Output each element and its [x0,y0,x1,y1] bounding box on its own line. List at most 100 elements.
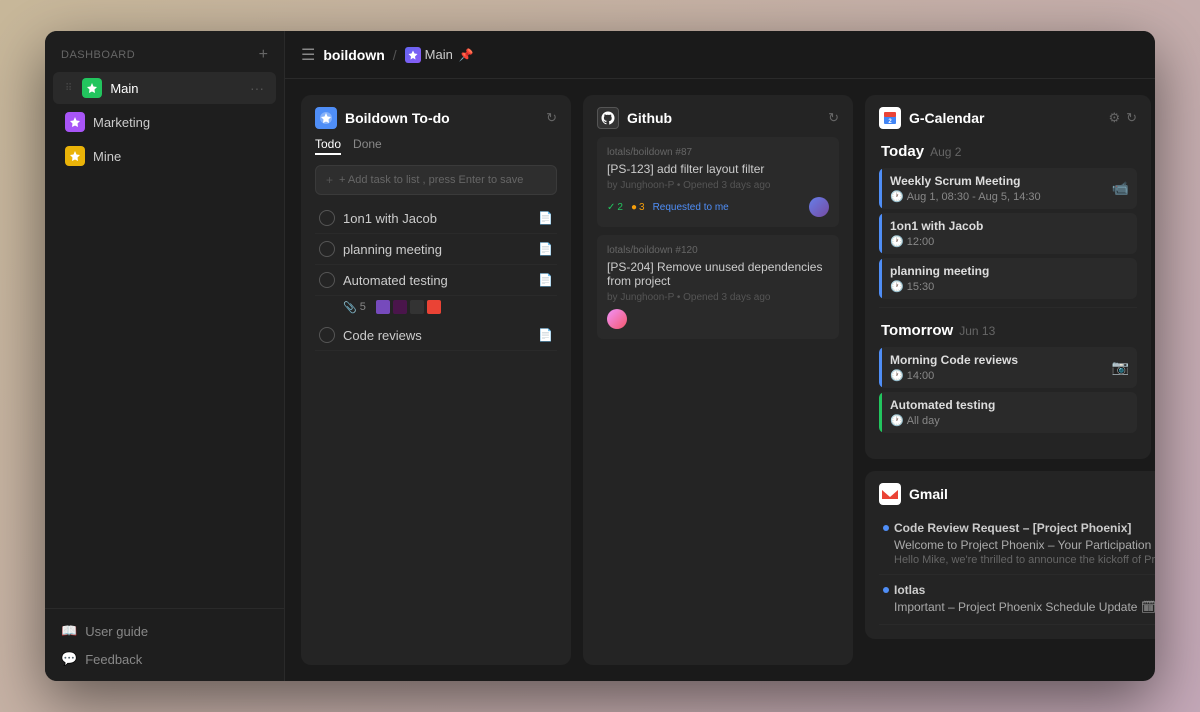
feedback-icon: 💬 [61,651,77,667]
gcal-event-time-4: 🕐 All day [890,414,1129,427]
gcal-event-0[interactable]: Weekly Scrum Meeting 🕐 Aug 1, 08:30 - Au… [879,168,1137,209]
gmail-email-sender-1: Iotlas [883,583,925,597]
sidebar-item-label-main: Main [110,81,242,96]
slack-tag [393,300,407,314]
gcal-event-content-2: planning meeting 🕐 15:30 [882,258,1137,299]
todo-checkbox-0[interactable] [319,210,335,226]
pin-icon: 📌 [459,48,474,62]
gcal-today-header: Today Aug 2 [879,137,1137,164]
add-dashboard-button[interactable]: + [259,47,268,63]
github-pr-1[interactable]: lotals/boildown #120 [PS-204] Remove unu… [597,235,839,339]
gcal-event-camera-0: 📹 [1104,168,1137,209]
gcalendar-title: G-Calendar [909,110,1100,126]
gmail-email-1[interactable]: Iotlas 11:08 AM ☆ ↓ Important – Project … [879,575,1155,625]
sidebar-item-marketing[interactable]: Marketing [53,106,276,138]
gcalendar-settings-button[interactable]: ⚙ [1108,110,1120,126]
gcal-event-content-4: Automated testing 🕐 All day [882,392,1137,433]
sidebar-item-feedback[interactable]: 💬 Feedback [53,645,276,673]
gcal-event-title-3: Morning Code reviews [890,353,1096,367]
gcal-event-title-0: Weekly Scrum Meeting [890,174,1096,188]
clock-icon-2: 🕐 [890,280,904,293]
clock-icon-1: 🕐 [890,235,904,248]
boildown-todo-title: Boildown To-do [345,110,538,126]
gcalendar-header: 2 G-Calendar ⚙ ↻ [865,95,1151,137]
github-body: lotals/boildown #87 [PS-123] add filter … [583,137,853,665]
sidebar-toggle-button[interactable]: ☰ [301,45,315,65]
gcal-event-1[interactable]: 1on1 with Jacob 🕐 12:00 [879,213,1137,254]
todo-file-icon-1: 📄 [538,242,553,256]
gmail-email-header-0: Code Review Request – [Project Phoenix] … [883,521,1155,535]
brand-label: boildown [323,47,384,63]
github-pr-meta-1: lotals/boildown #120 [607,245,829,256]
sidebar-header-label: Dashboard [61,49,135,61]
right-column: 2 G-Calendar ⚙ ↻ Today [865,95,1155,665]
todo-add-placeholder: + Add task to list , press Enter to save [339,174,523,186]
github-requested-0: Requested to me [653,202,729,213]
todo-tab-done[interactable]: Done [353,137,382,155]
todo-checkbox-2[interactable] [319,272,335,288]
user-guide-label: User guide [85,624,148,639]
gcal-tomorrow-header: Tomorrow Jun 13 [879,316,1137,343]
gmail-unread-dot-0 [883,525,889,531]
github-pr-footer-0: ✓ 2 ● 3 Requested to me [607,197,829,217]
github-pr-title-0: [PS-123] add filter layout filter [607,162,829,176]
gcal-event-content-1: 1on1 with Jacob 🕐 12:00 [882,213,1137,254]
github-pr-repo-0: lotals/boildown [607,147,673,158]
todo-checkbox-3[interactable] [319,327,335,343]
boildown-logo [315,107,337,129]
sidebar-header: Dashboard + [45,31,284,71]
gmail-email-subject-1: Important – Project Phoenix Schedule Upd… [883,600,1155,614]
todo-text-0: 1on1 with Jacob [343,211,530,226]
todo-add-plus: + [326,173,333,187]
github-pr-title-1: [PS-204] Remove unused dependencies from… [607,260,829,288]
todo-tabs: Todo Done [301,137,571,165]
gmail-body: Code Review Request – [Project Phoenix] … [865,513,1155,639]
sidebar-item-label-marketing: Marketing [93,115,264,130]
todo-item-1: planning meeting 📄 [315,234,557,265]
gcal-event-4[interactable]: Automated testing 🕐 All day [879,392,1137,433]
gmail-header: Gmail ⚙ ↻ [865,471,1155,513]
sidebar-item-main[interactable]: ⠿ Main ··· [53,72,276,104]
todo-tab-todo[interactable]: Todo [315,137,341,155]
gmail-email-header-1: Iotlas 11:08 AM ☆ ↓ [883,583,1155,597]
todo-item-3: Code reviews 📄 [315,320,557,351]
gmail-email-preview-0: Hello Mike, we're thrilled to announce t… [883,554,1155,566]
todo-file-icon-2: 📄 [538,273,553,287]
sidebar-item-mine[interactable]: Mine [53,140,276,172]
sidebar-item-label-mine: Mine [93,149,264,164]
gcalendar-refresh-button[interactable]: ↻ [1126,110,1137,126]
todo-file-icon-0: 📄 [538,211,553,225]
todo-add-input[interactable]: + + Add task to list , press Enter to sa… [315,165,557,195]
clock-icon-4: 🕐 [890,414,904,427]
topbar-separator: / [393,47,397,63]
github-pr-number-0: #87 [675,147,692,158]
gmail-email-subject-0: Welcome to Project Phoenix – Your Partic… [883,538,1155,552]
bottom-row: Gmail ⚙ ↻ Code Revie [865,471,1155,639]
sidebar-item-more-main[interactable]: ··· [250,80,264,96]
github-pr-meta-0: lotals/boildown #87 [607,147,829,158]
drag-handle-main: ⠿ [65,83,72,94]
github-refresh-button[interactable]: ↻ [828,110,839,126]
github-card: Github ↻ lotals/boildown #87 [PS-123] ad… [583,95,853,665]
gcal-event-time-1: 🕐 12:00 [890,235,1129,248]
gcal-event-content-0: Weekly Scrum Meeting 🕐 Aug 1, 08:30 - Au… [882,168,1104,209]
github-checks-0: ✓ 2 [607,202,623,213]
boildown-todo-actions: ↻ [546,110,557,126]
boildown-todo-refresh-button[interactable]: ↻ [546,110,557,126]
todo-checkbox-1[interactable] [319,241,335,257]
gcal-event-2[interactable]: planning meeting 🕐 15:30 [879,258,1137,299]
devicon-tag [376,300,390,314]
gmail-unread-dot-1 [883,587,889,593]
gmail-email-0[interactable]: Code Review Request – [Project Phoenix] … [879,513,1155,575]
sidebar-icon-mine [65,146,85,166]
sidebar-item-user-guide[interactable]: 📖 User guide [53,617,276,645]
sidebar-icon-main [82,78,102,98]
gcal-tomorrow-label: Tomorrow [881,322,953,339]
top-row: 2 G-Calendar ⚙ ↻ Today [865,95,1155,459]
page-icon [405,47,421,63]
gcal-tomorrow-date: Jun 13 [959,324,995,338]
github-pr-sub-0: by Junghoon-P • Opened 3 days ago [607,180,829,191]
github-pr-0[interactable]: lotals/boildown #87 [PS-123] add filter … [597,137,839,227]
todo-tags-2: 📎 5 [315,296,557,320]
gcal-event-3[interactable]: Morning Code reviews 🕐 14:00 📷 [879,347,1137,388]
